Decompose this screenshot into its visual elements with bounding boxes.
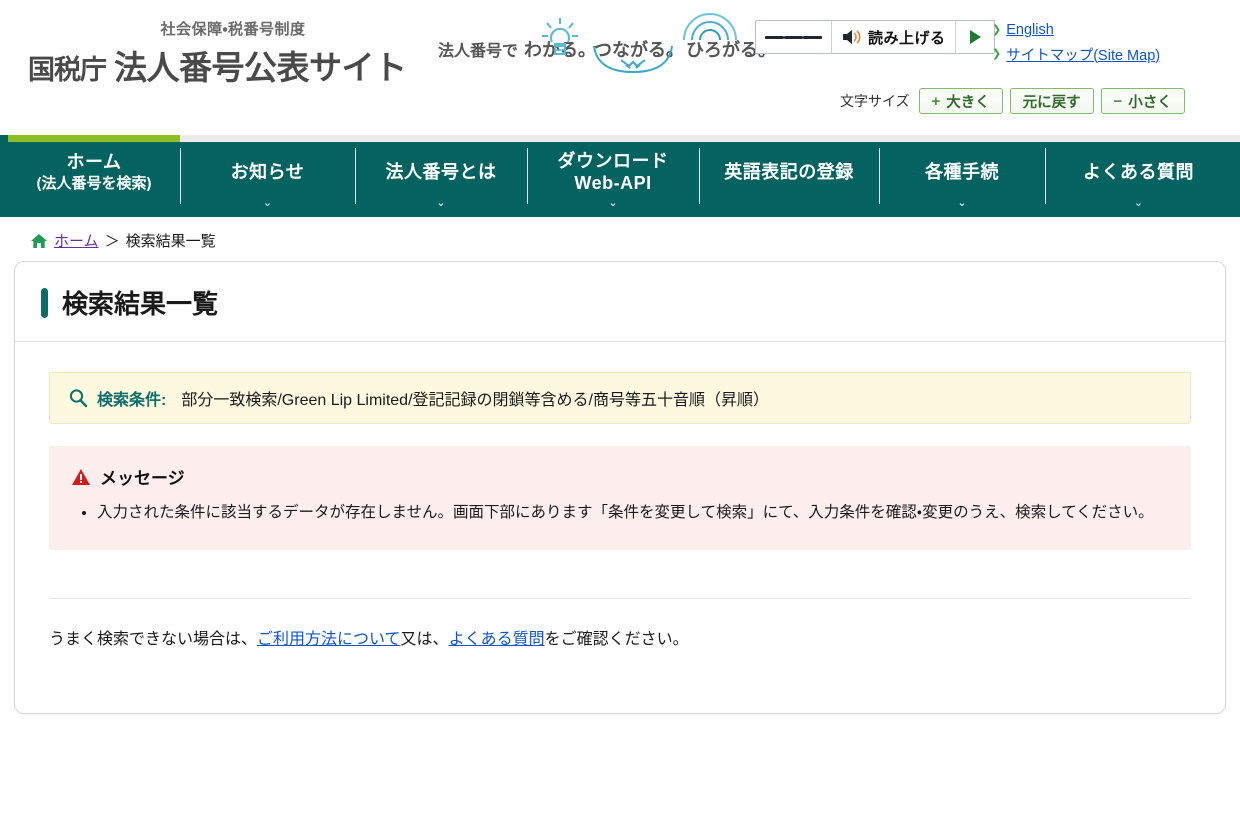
nav-item-home[interactable]: ホーム (法人番号を検索) [8,135,180,217]
nav-item-news-label: お知らせ [230,162,305,183]
help-line: うまく検索できない場合は、ご利用方法について又は、よくある質問をご確認ください。 [49,599,1191,649]
font-size-controls: 文字サイズ + 大きく 元に戻す − 小さく [840,88,1185,114]
nav-item-download-webapi[interactable]: ダウンロード Web-API ⌄ [527,135,699,217]
nav-item-about-label: 法人番号とは [385,162,497,183]
results-card: 検索結果一覧 検索条件: 部分一致検索/Green Lip Limited/登記… [14,261,1226,715]
chevron-down-icon: ⌄ [262,197,273,209]
read-aloud-button[interactable]: 読み上げる [831,21,955,53]
arrow-bullet-icon: ❯ [992,47,1002,60]
site-header: 社会保障・税番号制度 国税庁 法人番号公表サイト 法人番号で わかる。 つながる… [0,0,1240,128]
read-aloud-widget[interactable]: 読み上げる [755,20,995,54]
message-header: メッセージ [71,464,1169,489]
chevron-down-icon: ⌄ [957,197,967,209]
help-prefix: うまく検索できない場合は、 [49,631,258,649]
brand-sitename: 法人番号公表サイト [114,49,407,86]
brand-agency: 国税庁 [28,55,107,85]
message-list: 入力された条件に該当するデータが存在しません。画面下部にあります「条件を変更して… [71,499,1169,526]
nav-item-faq[interactable]: よくある質問 ⌄ [1045,135,1232,217]
nav-item-faq-label: よくある質問 [1083,162,1194,183]
nav-item-news[interactable]: お知らせ ⌄ [180,135,355,217]
hamburger-icon[interactable] [756,21,831,53]
help-suffix: をご確認ください。 [544,631,689,649]
card-bottom-spacer [49,649,1191,713]
minus-icon: − [1113,92,1123,110]
chevron-down-icon: ⌄ [608,197,618,209]
search-icon [69,389,88,408]
speaker-icon [843,30,861,44]
nav-item-home-label: ホーム [66,152,122,173]
slogan-label: 法人番号で [438,43,519,60]
read-aloud-label: 読み上げる [868,29,946,47]
slogan-part-1-text: わかる。 [524,40,597,60]
slogan-part-2: つながる。 [593,36,685,74]
font-size-reset-button[interactable]: 元に戻す [1009,88,1094,114]
site-slogan: 法人番号で わかる。 つながる。 ひろがる。 [438,13,776,74]
slogan-part-2-text: つながる。 [594,40,685,60]
font-size-larger-label: 大きく [946,94,990,111]
nav-item-english-registration[interactable]: 英語表記の登録 [699,135,879,217]
warning-icon [72,468,90,485]
search-condition-value: 部分一致検索/Green Lip Limited/登記記録の閉鎖等含める/商号等… [181,392,769,409]
top-link-sitemap-label[interactable]: サイトマップ(Site Map) [1006,44,1160,65]
font-size-smaller-label: 小さく [1128,94,1172,111]
search-condition-label: 検索条件: [97,392,167,409]
nav-item-download-sublabel: Web-API [574,173,652,193]
chevron-down-icon: ⌄ [436,197,446,209]
card-body: 検索条件: 部分一致検索/Green Lip Limited/登記記録の閉鎖等含… [15,342,1225,713]
breadcrumb-home-link[interactable]: ホーム [54,230,99,251]
play-triangle-icon [969,30,981,44]
chevron-down-icon: ⌄ [1133,197,1144,209]
font-size-label: 文字サイズ [840,93,910,109]
title-accent-bar [41,287,48,318]
top-link-english-label[interactable]: English [1006,22,1054,38]
nav-item-download-label: ダウンロード [557,151,669,172]
search-condition-box: 検索条件: 部分一致検索/Green Lip Limited/登記記録の閉鎖等含… [49,372,1191,424]
font-size-larger-button[interactable]: + 大きく [918,88,1003,114]
help-middle: 又は、 [400,631,449,649]
nav-item-english-label: 英語表記の登録 [724,162,854,183]
nav-item-procedures[interactable]: 各種手続 ⌄ [879,135,1045,217]
page-title-text: 検索結果一覧 [62,289,219,319]
nav-item-about-corporate-number[interactable]: 法人番号とは ⌄ [355,135,527,217]
nav-item-procedures-label: 各種手続 [925,162,999,183]
font-size-smaller-button[interactable]: − 小さく [1100,88,1185,114]
help-link-usage[interactable]: ご利用方法について [257,631,401,648]
home-icon [30,233,48,249]
breadcrumb: ホーム ＞ 検索結果一覧 [0,217,1240,261]
breadcrumb-current: 検索結果一覧 [125,233,216,250]
message-title: メッセージ [100,469,185,488]
signal-waves-icon [683,13,738,41]
page-title: 検索結果一覧 [41,284,1225,321]
message-item: 入力された条件に該当するデータが存在しません。画面下部にあります「条件を変更して… [97,499,1169,526]
slogan-part-1: わかる。 [524,18,597,62]
help-link-faq[interactable]: よくある質問 [449,631,545,648]
message-box: メッセージ 入力された条件に該当するデータが存在しません。画面下部にあります「条… [49,446,1191,551]
nav-item-home-sublabel: (法人番号を検索) [36,175,152,193]
font-size-reset-label: 元に戻す [1022,94,1081,111]
top-link-sitemap[interactable]: ❯ サイトマップ(Site Map) [992,44,1160,65]
main-navigation: ホーム (法人番号を検索) お知らせ ⌄ 法人番号とは ⌄ ダウンロード Web… [0,135,1240,217]
breadcrumb-separator: ＞ [104,233,120,250]
site-brand[interactable]: 社会保障・税番号制度 国税庁 法人番号公表サイト [28,18,428,89]
arrow-bullet-icon: ❯ [992,23,1002,36]
brand-tagline: 社会保障・税番号制度 [160,21,306,38]
play-icon[interactable] [954,21,994,53]
card-header: 検索結果一覧 [15,262,1225,342]
top-link-english[interactable]: ❯ English [992,21,1160,39]
top-links: ❯ English ❯ サイトマップ(Site Map) [992,21,1160,69]
plus-icon: + [931,92,941,110]
